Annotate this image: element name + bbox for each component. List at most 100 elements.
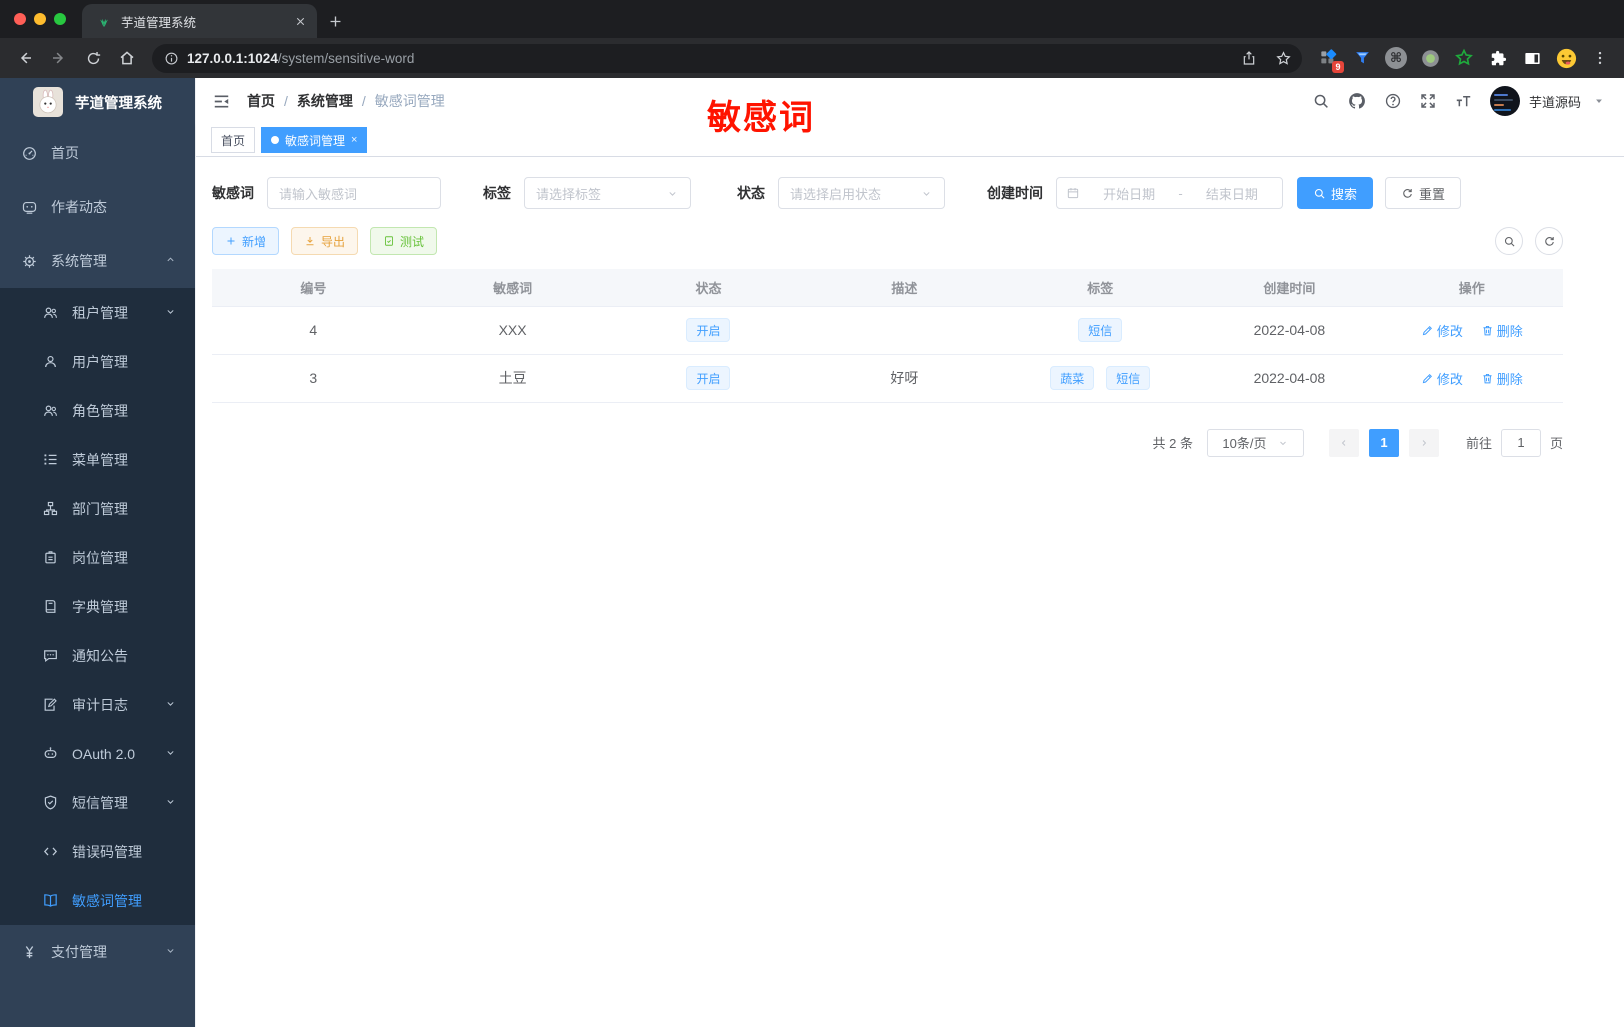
sidebar-item-pay[interactable]: 支付管理 [0, 925, 195, 979]
sidebar-item-label: 租户管理 [72, 304, 128, 321]
chevron-down-icon [164, 697, 177, 713]
page-tab-home[interactable]: 首页 [211, 127, 256, 153]
home-button[interactable] [112, 43, 142, 73]
sidebar-item-audit-log[interactable]: 审计日志 [0, 680, 195, 729]
extension-star-icon[interactable] [1452, 46, 1476, 70]
forward-button[interactable] [44, 43, 74, 73]
page-tab-label: 首页 [221, 133, 246, 148]
extension-funnel-icon[interactable] [1350, 46, 1374, 70]
col-status: 状态 [610, 269, 807, 307]
next-page-button[interactable] [1408, 428, 1439, 457]
export-button-label: 导出 [321, 234, 346, 249]
address-bar[interactable]: 127.0.0.1:1024/system/sensitive-word [152, 43, 1302, 73]
chrome-menu-icon[interactable] [1588, 46, 1612, 70]
user-avatar[interactable] [1489, 86, 1520, 116]
extension-record-icon[interactable] [1418, 46, 1442, 70]
extensions-area: 9 ⌘ [1312, 46, 1616, 73]
github-icon[interactable] [1347, 91, 1367, 111]
test-button[interactable]: 测试 [370, 227, 438, 255]
sidebar-item-role[interactable]: 角色管理 [0, 386, 195, 435]
sidebar-item-notice[interactable]: 通知公告 [0, 631, 195, 680]
site-info-icon[interactable] [164, 51, 179, 66]
sidebar-item-error-code[interactable]: 错误码管理 [0, 827, 195, 876]
show-search-toggle-button[interactable] [1495, 227, 1523, 255]
browser-tab[interactable]: 芋道管理系统 [82, 4, 317, 38]
url-text[interactable]: 127.0.0.1:1024/system/sensitive-word [187, 51, 1228, 66]
refresh-table-button[interactable] [1535, 227, 1563, 255]
sidebar-item-system[interactable]: 系统管理 [0, 234, 195, 288]
edit-doc-icon [42, 696, 59, 713]
share-icon[interactable] [1236, 45, 1262, 71]
cell-id: 4 [212, 306, 415, 355]
extension-grid-icon[interactable]: 9 [1316, 46, 1344, 73]
search-button[interactable]: 搜索 [1297, 177, 1374, 209]
tab-close-icon[interactable]: × [351, 134, 357, 146]
breadcrumb-system[interactable]: 系统管理 [297, 91, 353, 111]
back-button[interactable] [10, 43, 40, 73]
reset-button[interactable]: 重置 [1385, 177, 1462, 209]
sidebar-item-post[interactable]: 岗位管理 [0, 533, 195, 582]
user-name[interactable]: 芋道源码 [1529, 92, 1581, 111]
sidebar-item-menu[interactable]: 菜单管理 [0, 435, 195, 484]
status-select[interactable]: 请选择启用状态 [778, 177, 945, 209]
sidebar-item-home[interactable]: 首页 [0, 126, 195, 180]
close-window-button[interactable] [14, 13, 26, 25]
tag-select[interactable]: 请选择标签 [524, 177, 691, 209]
help-icon[interactable] [1384, 92, 1402, 110]
created-time-label: 创建时间 [987, 185, 1043, 201]
goto-label: 前往 [1465, 436, 1492, 451]
delete-label: 删除 [1496, 371, 1523, 387]
sidebar-item-sms[interactable]: 短信管理 [0, 778, 195, 827]
font-size-icon[interactable] [1454, 92, 1473, 111]
edit-link[interactable]: 修改 [1421, 321, 1463, 340]
zoom-window-button[interactable] [54, 13, 66, 25]
sidebar-item-dept[interactable]: 部门管理 [0, 484, 195, 533]
page-size-select[interactable]: 10条/页 [1206, 428, 1304, 457]
chevron-down-icon [164, 305, 177, 321]
extensions-puzzle-icon[interactable] [1486, 46, 1510, 70]
page-number-1[interactable]: 1 [1368, 428, 1399, 457]
page-tab-sensitive-word[interactable]: 敏感词管理 × [261, 127, 368, 153]
search-icon[interactable] [1312, 92, 1330, 110]
goto-page-input[interactable]: 1 [1500, 428, 1541, 457]
fullscreen-icon[interactable] [1419, 92, 1437, 110]
prev-page-button[interactable] [1328, 428, 1359, 457]
breadcrumb-separator: / [361, 93, 366, 109]
sidebar-item-user[interactable]: 用户管理 [0, 337, 195, 386]
sidebar-item-dict[interactable]: 字典管理 [0, 582, 195, 631]
sidebar: 芋道管理系统 首页 作者动态 系统管理 租户管理 用户管理 角色管理 菜单管理 … [0, 78, 195, 1027]
minimize-window-button[interactable] [34, 13, 46, 25]
side-panel-icon[interactable] [1520, 46, 1544, 70]
table-header-row: 编号 敏感词 状态 描述 标签 创建时间 操作 [212, 269, 1563, 307]
sidebar-item-label: OAuth 2.0 [72, 745, 136, 762]
cell-id: 3 [212, 354, 415, 403]
bookmark-star-icon[interactable] [1270, 45, 1296, 71]
user-icon [42, 353, 59, 370]
breadcrumb-home[interactable]: 首页 [247, 91, 275, 111]
delete-link[interactable]: 删除 [1481, 321, 1523, 340]
tab-close-icon[interactable] [294, 15, 307, 28]
active-dot-icon [271, 136, 280, 144]
reload-button[interactable] [78, 43, 108, 73]
add-button[interactable]: 新增 [212, 227, 280, 255]
export-button[interactable]: 导出 [291, 227, 359, 255]
collapse-sidebar-icon[interactable] [212, 92, 231, 111]
delete-link[interactable]: 删除 [1481, 369, 1523, 388]
edit-label: 修改 [1436, 323, 1463, 339]
date-range-picker[interactable]: 开始日期 - 结束日期 [1056, 177, 1283, 209]
edit-link[interactable]: 修改 [1421, 369, 1463, 388]
sidebar-logo[interactable]: 芋道管理系统 [0, 78, 195, 126]
command-glyph: ⌘ [1385, 47, 1407, 69]
extension-command-icon[interactable]: ⌘ [1384, 46, 1408, 70]
sidebar-item-sensitive-word[interactable]: 敏感词管理 [0, 876, 195, 925]
sidebar-item-tenant[interactable]: 租户管理 [0, 288, 195, 337]
sidebar-item-oauth[interactable]: OAuth 2.0 [0, 729, 195, 778]
logo-bunny-image [33, 87, 63, 117]
keyword-input[interactable]: 请输入敏感词 [267, 177, 441, 209]
sidebar-item-label: 短信管理 [72, 794, 128, 811]
new-tab-button[interactable] [327, 13, 344, 30]
sidebar-item-author-news[interactable]: 作者动态 [0, 180, 195, 234]
caret-down-icon[interactable] [1592, 94, 1606, 108]
profile-emoji-icon[interactable] [1554, 46, 1578, 70]
sidebar-item-label: 菜单管理 [72, 451, 128, 468]
